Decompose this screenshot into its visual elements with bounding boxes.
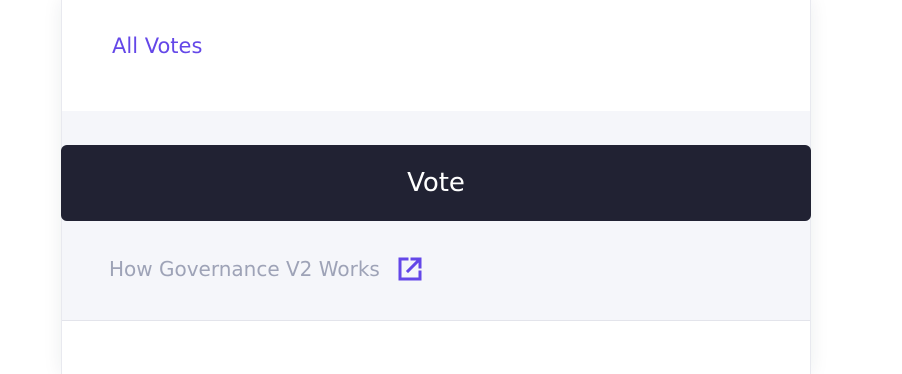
external-link-icon [397, 256, 423, 282]
votes-card: All Votes [62, 0, 810, 112]
lower-card [62, 321, 810, 374]
how-governance-works-label: How Governance V2 Works [109, 257, 380, 281]
governance-page: All Votes Vote How Governance V2 Works [0, 0, 902, 374]
how-governance-works-link[interactable]: How Governance V2 Works [109, 254, 423, 284]
vote-button[interactable]: Vote [61, 145, 811, 221]
all-votes-link[interactable]: All Votes [112, 33, 202, 59]
